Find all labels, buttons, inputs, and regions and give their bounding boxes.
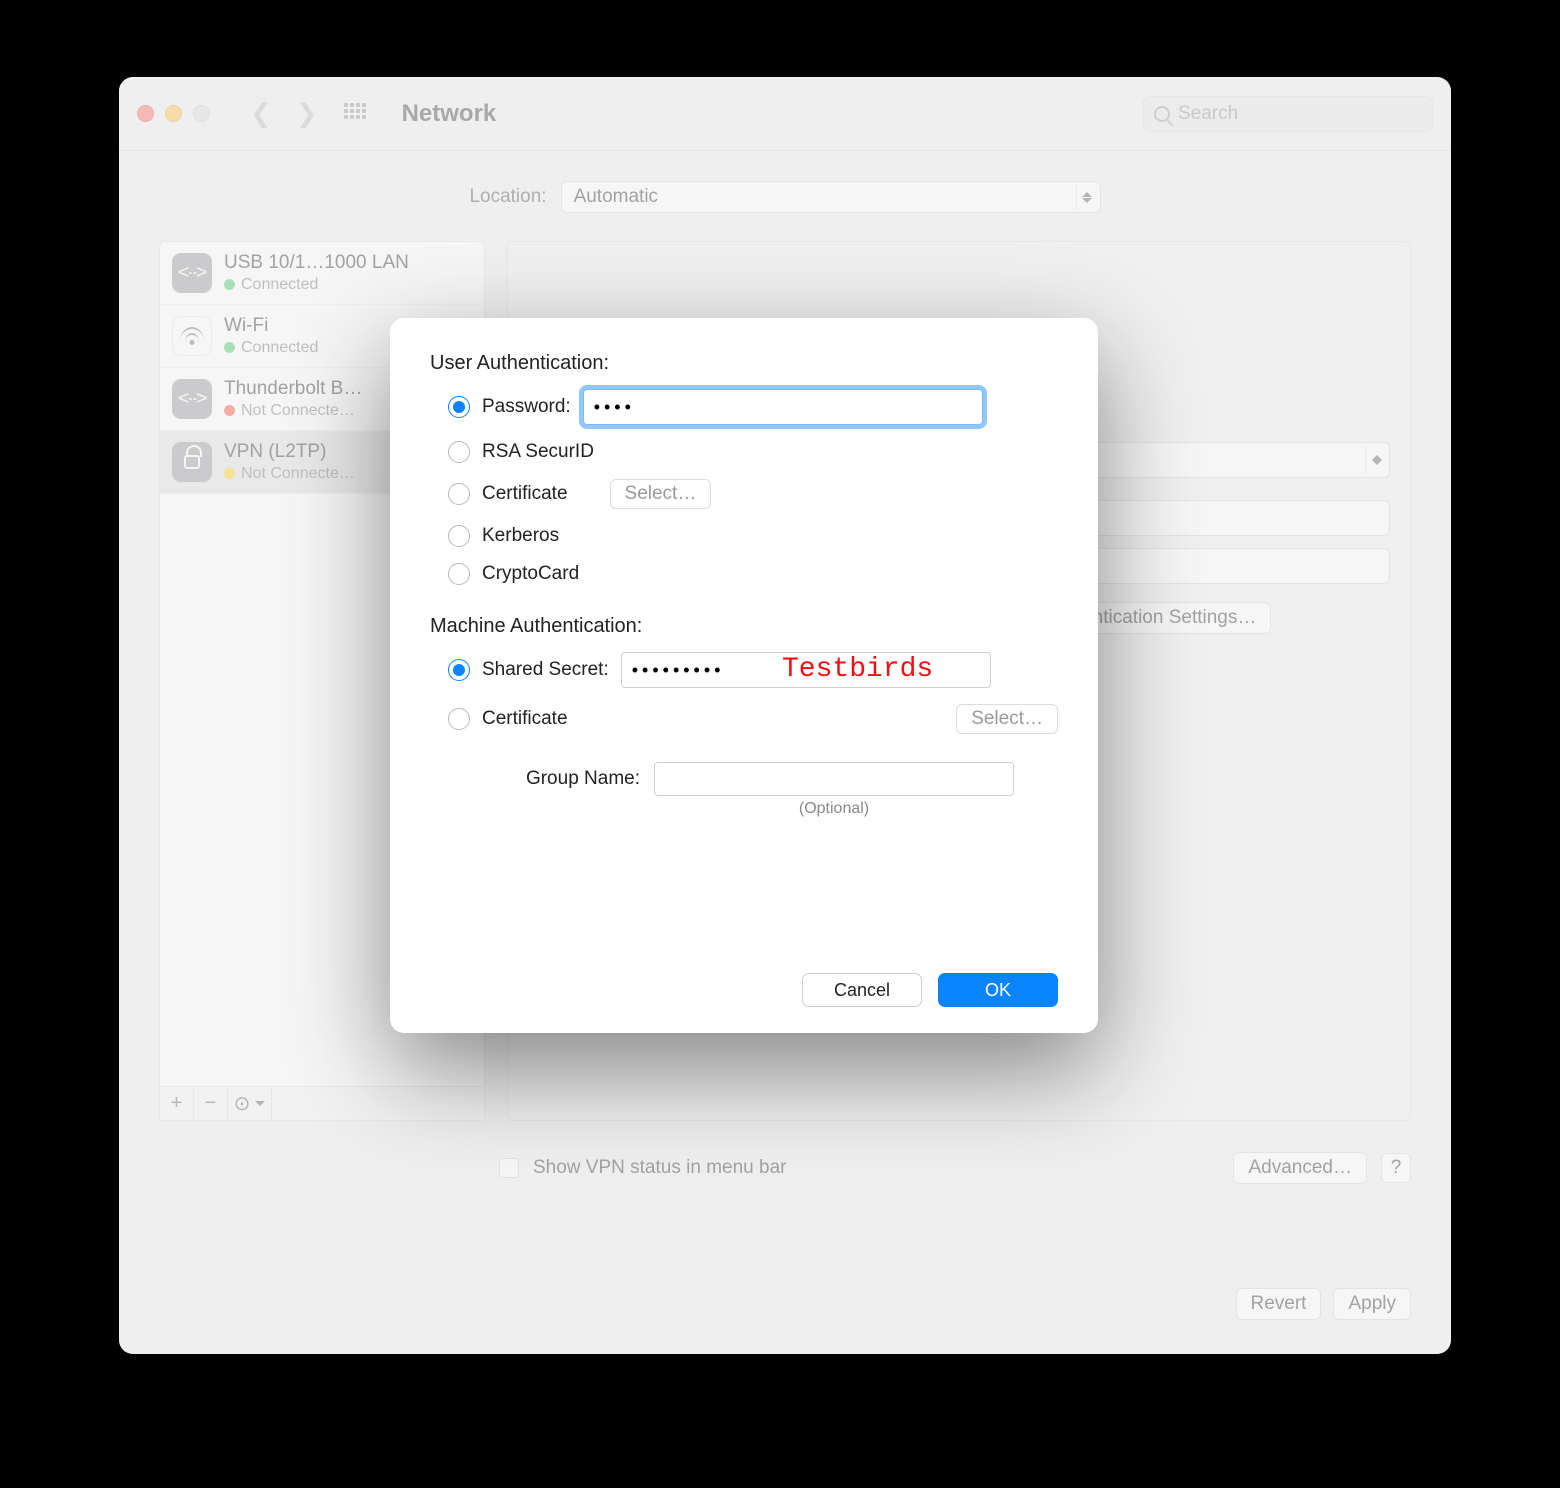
user-auth-header: User Authentication: xyxy=(430,352,1058,375)
option-label: Kerberos xyxy=(482,525,559,547)
option-label: Password: xyxy=(482,396,571,418)
group-name-hint: (Optional) xyxy=(654,800,1014,818)
option-label: Shared Secret: xyxy=(482,659,609,681)
cancel-button[interactable]: Cancel xyxy=(802,973,922,1007)
machine-cert-select-button[interactable]: Select… xyxy=(956,704,1058,734)
option-label: CryptoCard xyxy=(482,563,579,585)
group-name-label: Group Name: xyxy=(430,768,640,790)
radio-icon xyxy=(448,396,470,418)
machine-auth-header: Machine Authentication: xyxy=(430,615,1058,638)
ok-button[interactable]: OK xyxy=(938,973,1058,1007)
group-name-field[interactable] xyxy=(654,762,1014,796)
user-cert-select-button[interactable]: Select… xyxy=(610,479,712,509)
machine-auth-shared-secret-option[interactable]: Shared Secret: Testbirds xyxy=(448,652,1058,688)
shared-secret-field[interactable] xyxy=(621,652,991,688)
radio-icon xyxy=(448,441,470,463)
radio-icon xyxy=(448,659,470,681)
option-label: Certificate xyxy=(482,483,568,505)
user-auth-kerberos-option[interactable]: Kerberos xyxy=(448,525,1058,547)
user-auth-rsa-option[interactable]: RSA SecurID xyxy=(448,441,1058,463)
radio-icon xyxy=(448,563,470,585)
authentication-settings-dialog: User Authentication: Password: RSA Secur… xyxy=(390,318,1098,1033)
option-label: Certificate xyxy=(482,708,568,730)
radio-icon xyxy=(448,525,470,547)
user-auth-certificate-option[interactable]: Certificate Select… xyxy=(448,479,1058,509)
password-field[interactable] xyxy=(583,389,983,425)
radio-icon xyxy=(448,483,470,505)
user-auth-cryptocard-option[interactable]: CryptoCard xyxy=(448,563,1058,585)
machine-auth-certificate-option[interactable]: Certificate Select… xyxy=(448,704,1058,734)
user-auth-password-option[interactable]: Password: xyxy=(448,389,1058,425)
radio-icon xyxy=(448,708,470,730)
option-label: RSA SecurID xyxy=(482,441,594,463)
